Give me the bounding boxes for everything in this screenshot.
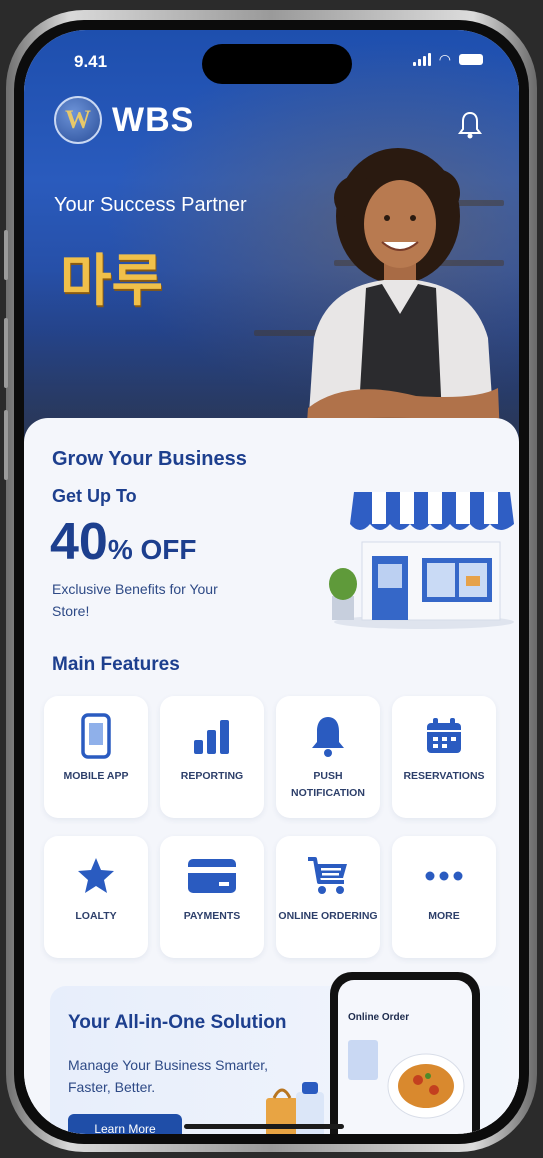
signal-icon	[412, 52, 431, 66]
feature-label: MOBILE APP	[63, 770, 129, 782]
dynamic-island	[202, 44, 352, 84]
discount-number: 40	[50, 513, 108, 571]
feature-label: PUSH NOTIFICATION	[291, 770, 365, 799]
mock-phone: Online Order	[330, 972, 480, 1134]
feature-payments[interactable]: PAYMENTS	[160, 836, 264, 958]
calendar-icon	[427, 718, 461, 753]
status-time: 9.41	[74, 52, 108, 71]
food-plate-icon	[387, 1053, 465, 1119]
status-icons: ◠	[412, 51, 483, 67]
bar-chart-icon	[194, 720, 229, 754]
side-button	[4, 410, 8, 480]
brand-name: WBS	[112, 100, 195, 139]
hero-banner: 9.41 ◠ W WBS Your Success Partner 마루	[24, 30, 519, 460]
side-button	[4, 318, 8, 388]
more-dots-icon	[425, 871, 463, 881]
wifi-icon: ◠	[438, 51, 451, 67]
hero-korean-title: 마루	[60, 249, 164, 314]
hero-tagline: Your Success Partner	[54, 194, 247, 216]
credit-card-icon	[188, 859, 236, 893]
mock-phone-screen: Online Order	[338, 980, 472, 1134]
feature-reservations[interactable]: RESERVATIONS	[392, 696, 496, 818]
feature-label: MORE	[428, 910, 460, 922]
solution-title: Your All-in-One Solution	[68, 1012, 287, 1033]
menu-thumbnail-icon	[348, 1040, 378, 1080]
home-indicator[interactable]	[184, 1124, 344, 1129]
learn-more-button[interactable]: Learn More	[68, 1114, 182, 1134]
cart-icon	[308, 857, 347, 894]
feature-label: PAYMENTS	[183, 910, 241, 922]
storefront-illustration	[329, 492, 514, 629]
feature-more[interactable]: MORE	[392, 836, 496, 958]
discount-suffix: % OFF	[107, 534, 197, 565]
discount-text: 40 % OFF	[50, 514, 197, 570]
notification-bell-icon[interactable]	[457, 110, 483, 140]
feature-reporting[interactable]: REPORTING	[160, 696, 264, 818]
bell-icon	[312, 717, 344, 757]
feature-label: RESERVATIONS	[403, 770, 485, 782]
side-button	[4, 230, 8, 280]
get-up-to-label: Get Up To	[52, 486, 137, 506]
feature-loyalty[interactable]: LOALTY	[44, 836, 148, 958]
woman-photo	[306, 148, 500, 460]
mobile-icon	[81, 713, 111, 759]
feature-label: ONLINE ORDERING	[278, 910, 378, 922]
benefits-description: Exclusive Benefits for Your Store!	[52, 581, 218, 619]
mock-phone-title: Online Order	[348, 1012, 410, 1023]
main-card: Grow Your Business Get Up To 40 % OFF Ex…	[24, 418, 519, 1134]
feature-online-ordering[interactable]: ONLINE ORDERING	[276, 836, 380, 958]
feature-push-notification[interactable]: PUSH NOTIFICATION	[276, 696, 380, 818]
feature-label: LOALTY	[75, 910, 117, 922]
logo-icon: W	[54, 96, 102, 144]
feature-mobile-app[interactable]: MOBILE APP	[44, 696, 148, 818]
app-logo[interactable]: W WBS	[54, 96, 194, 144]
grow-business-title: Grow Your Business	[52, 448, 247, 470]
star-icon	[78, 858, 114, 893]
app-screen: 9.41 ◠ W WBS Your Success Partner 마루 Gro…	[24, 30, 519, 1134]
solution-subtitle: Manage Your Business Smarter, Faster, Be…	[68, 1057, 269, 1095]
main-features-title: Main Features	[52, 654, 180, 675]
feature-label: REPORTING	[180, 770, 244, 782]
battery-icon	[459, 53, 483, 65]
